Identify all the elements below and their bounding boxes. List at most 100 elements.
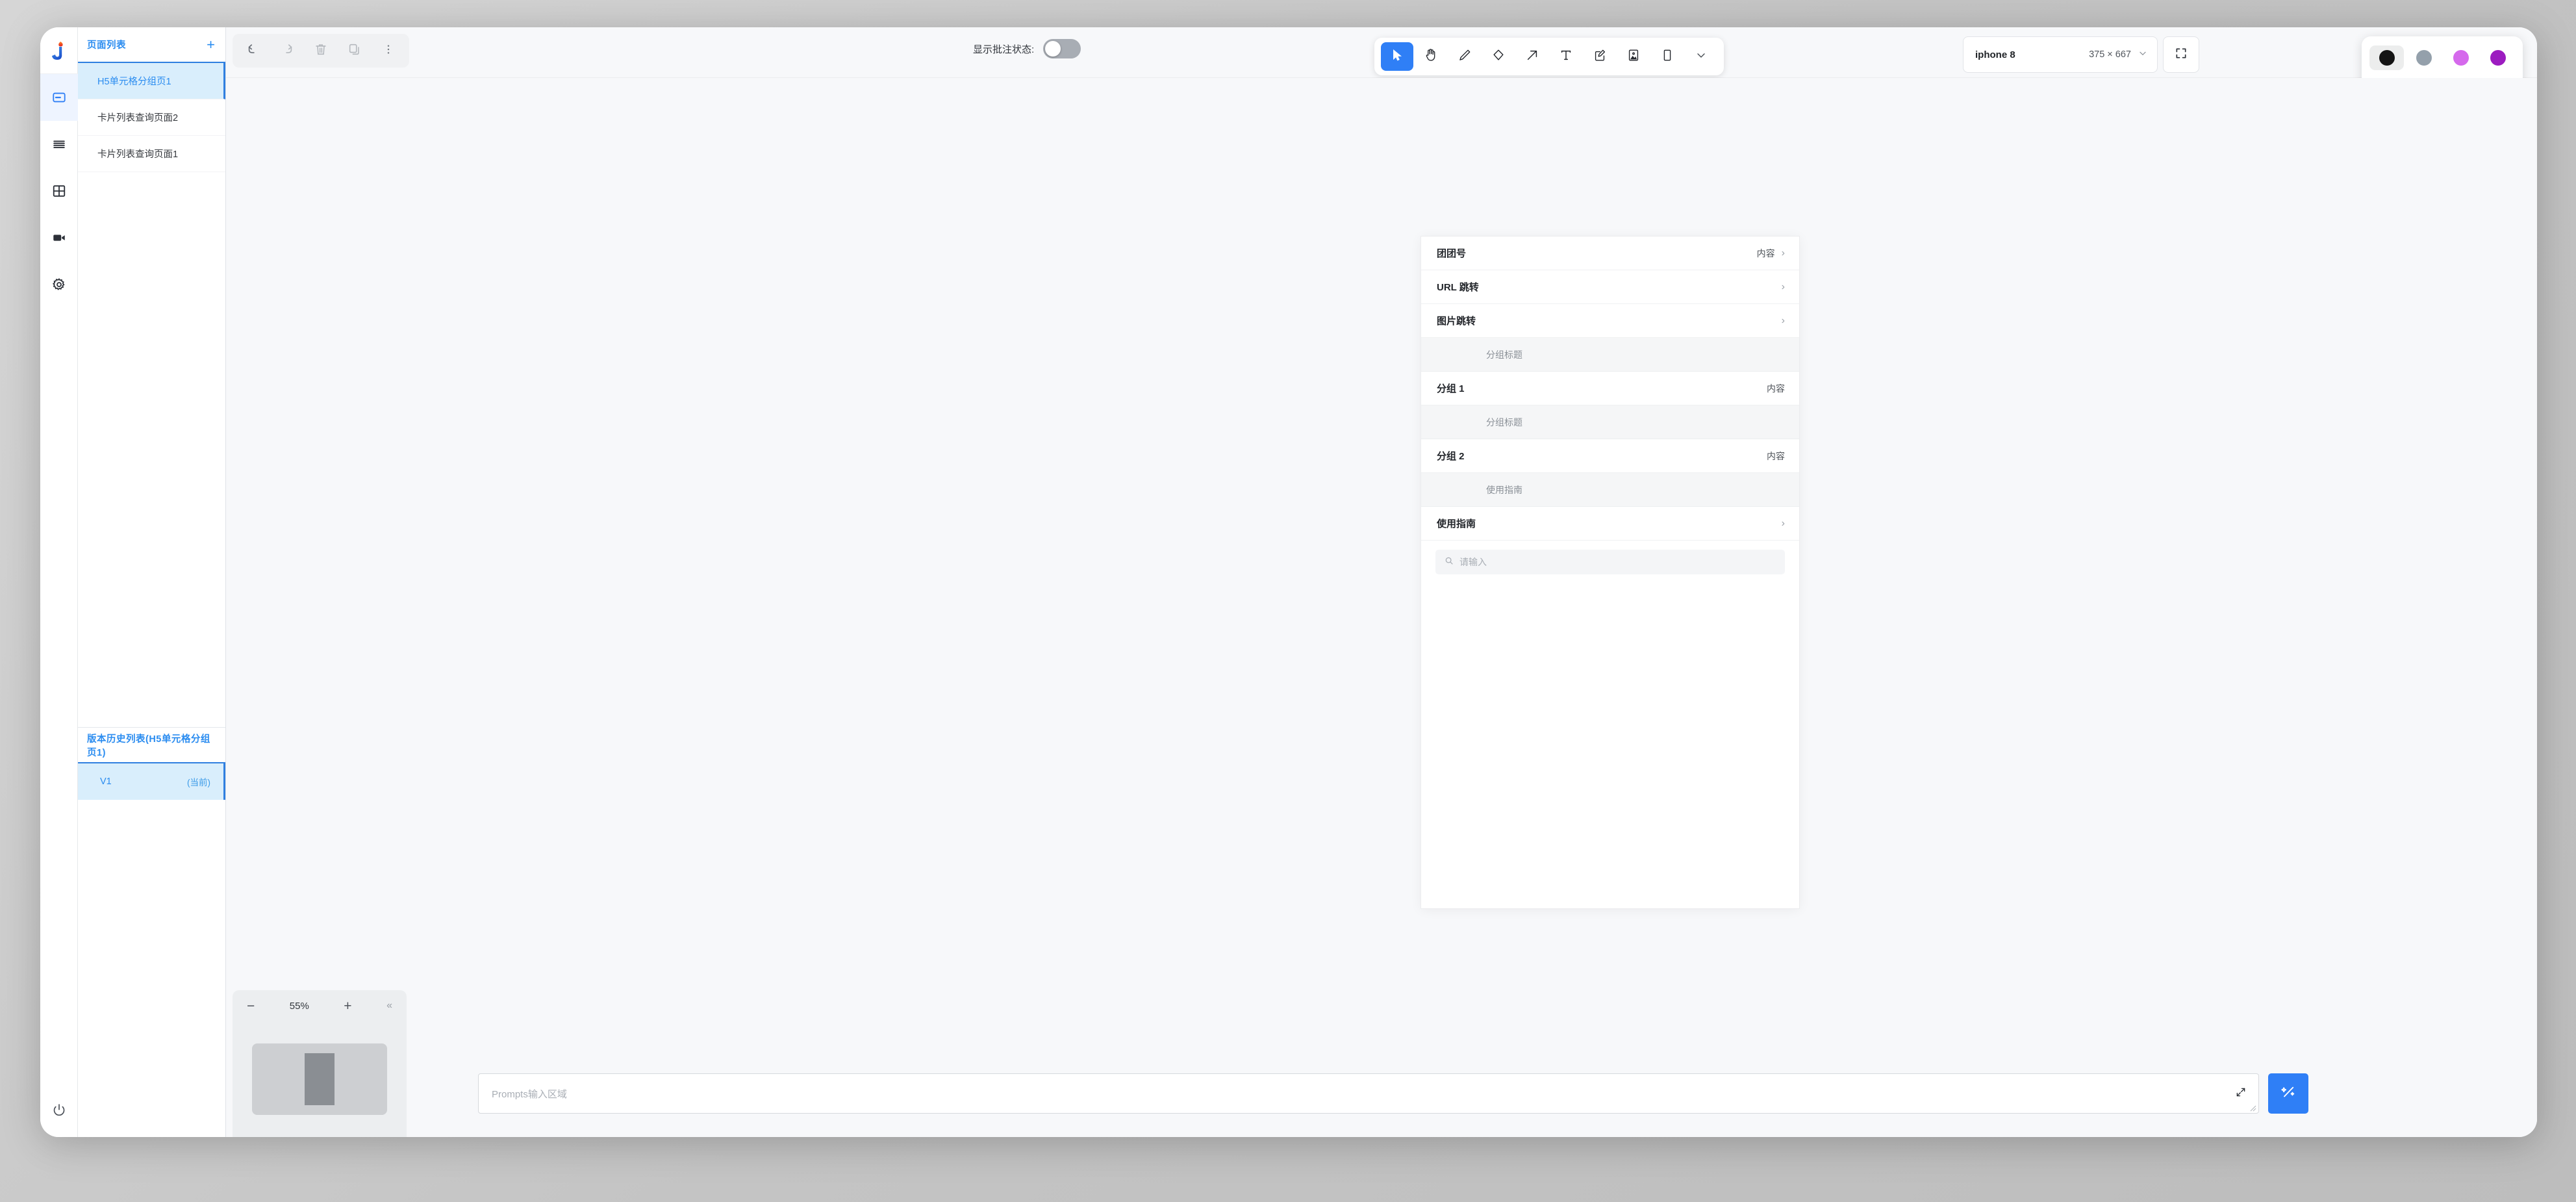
chevron-right-icon: › [1781,517,1785,529]
preview-group-header: 分组标题 [1421,338,1799,372]
preview-row-value: 内容 [1767,383,1785,394]
preview-search-input[interactable]: 请输入 [1435,550,1785,574]
color-swatch-gray[interactable] [2406,45,2441,70]
sidebar-item-list[interactable] [40,121,78,168]
preview-row[interactable]: 分组 1 内容 [1421,372,1799,405]
arrow-icon [1525,48,1539,66]
annotation-toggle-group: 显示批注状态: [973,39,1081,58]
chevron-right-icon: › [1781,247,1785,259]
rectangle-icon [1660,48,1674,66]
page-list-item[interactable]: 卡片列表查询页面1 [78,136,225,172]
preview-group-header: 使用指南 [1421,473,1799,507]
device-selector[interactable]: iphone 8 375 × 667 [1963,36,2158,73]
copy-button[interactable] [339,36,370,65]
annotation-toggle-switch[interactable] [1043,39,1081,58]
icon-rail [40,27,78,1137]
prompt-bar: Prompts输入区域 [478,1073,2308,1114]
more-button[interactable] [373,36,404,65]
preview-row[interactable]: 分组 2 内容 [1421,439,1799,473]
main-area: 显示批注状态: iphone 8 375 × 667 团团号 内容 › URL … [226,27,2537,1137]
pages-panel-header: 页面列表 + [78,27,225,63]
page-list-item-label: 卡片列表查询页面2 [97,113,179,123]
hand-icon [1424,47,1439,66]
chevron-right-icon: › [1781,281,1785,292]
sidebar-item-media[interactable] [40,214,78,261]
eraser-icon [1491,48,1506,66]
tool-arrow[interactable] [1516,42,1548,71]
device-name: iphone 8 [1975,49,2015,60]
device-size: 375 × 667 [2089,49,2131,60]
delete-button[interactable] [305,36,336,65]
color-swatch-orchid[interactable] [2443,45,2478,70]
zoom-in-button[interactable]: + [344,999,351,1013]
resize-grip[interactable] [2250,1105,2256,1112]
redo-button[interactable] [271,36,303,65]
tool-frame[interactable] [1651,42,1684,71]
preview-group-header: 分组标题 [1421,405,1799,439]
grid-table-icon [52,184,66,198]
version-label: V1 [100,776,112,787]
zoom-out-button[interactable]: − [247,999,255,1013]
prompt-send-button[interactable] [2268,1073,2308,1114]
prompt-input[interactable]: Prompts输入区域 [478,1073,2259,1114]
device-bar: iphone 8 375 × 667 [1963,36,2199,73]
tool-pan[interactable] [1415,42,1447,71]
page-list-item-label: 卡片列表查询页面1 [97,149,179,160]
draw-toolbar [1374,38,1724,75]
minimap[interactable] [233,1021,407,1137]
preview-row[interactable]: 使用指南 › [1421,507,1799,541]
preview-row[interactable]: 图片跳转 › [1421,304,1799,338]
fullscreen-button[interactable] [2163,36,2199,73]
page-list-item[interactable]: H5单元格分组页1 [78,63,225,99]
power-button[interactable] [40,1093,78,1129]
sidebar-item-pages[interactable] [40,74,78,121]
page-list-item[interactable]: 卡片列表查询页面2 [78,99,225,136]
preview-row-label: URL 跳转 [1437,282,1479,293]
video-icon [52,231,66,245]
card-page-icon [52,90,66,105]
tool-select[interactable] [1381,42,1413,71]
color-swatch-purple[interactable] [2481,45,2515,70]
app-window: 页面列表 + H5单元格分组页1 卡片列表查询页面2 卡片列表查询页面1 版本历… [40,27,2537,1137]
versions-panel-title: 版本历史列表(H5单元格分组页1) [87,734,210,758]
magic-wand-icon [2280,1084,2296,1103]
zoom-control: − 55% + « [233,990,407,1021]
swatch-dot [2490,50,2506,66]
minimap-collapse-button[interactable]: « [386,1000,392,1012]
tool-pencil[interactable] [1448,42,1481,71]
sidebar-item-table[interactable] [40,168,78,214]
versions-panel-header: 版本历史列表(H5单元格分组页1) [78,728,225,763]
canvas[interactable]: 团团号 内容 › URL 跳转 › 图片跳转 › 分组标题 分组 1 内容 分组… [226,78,2537,1137]
tool-text[interactable] [1550,42,1582,71]
preview-row[interactable]: 团团号 内容 › [1421,237,1799,270]
color-swatch-black[interactable] [2369,45,2404,70]
preview-row-label: 使用指南 [1437,518,1476,530]
tool-eraser[interactable] [1482,42,1515,71]
edit-tools-group [233,34,409,68]
top-bar: 显示批注状态: iphone 8 375 × 667 [226,27,2537,634]
version-list-item[interactable]: V1 (当前) [78,763,225,800]
tool-more[interactable] [1685,42,1717,71]
chevron-right-icon: › [1781,314,1785,326]
flame-j-logo-icon [51,41,63,60]
tool-image[interactable] [1617,42,1650,71]
tool-annotate[interactable] [1584,42,1616,71]
add-page-button[interactable]: + [204,37,218,52]
preview-row-value: 内容 [1767,450,1785,461]
chevron-down-icon [2138,48,2148,62]
versions-panel: 版本历史列表(H5单元格分组页1) V1 (当前) [78,727,225,1137]
list-lines-icon [52,137,66,151]
preview-row-value: 内容 [1756,248,1775,259]
prompt-placeholder: Prompts输入区域 [492,1088,567,1100]
copy-icon [347,42,362,60]
expand-diagonal-icon[interactable] [2235,1086,2247,1101]
undo-button[interactable] [238,36,269,65]
sidebar-item-settings[interactable] [40,261,78,308]
preview-row[interactable]: URL 跳转 › [1421,270,1799,304]
app-logo [40,27,78,74]
power-icon [53,1103,66,1119]
pages-panel-title: 页面列表 [87,40,126,51]
preview-row-label: 分组 1 [1437,383,1465,394]
search-icon [1445,556,1454,569]
text-icon [1559,48,1573,66]
